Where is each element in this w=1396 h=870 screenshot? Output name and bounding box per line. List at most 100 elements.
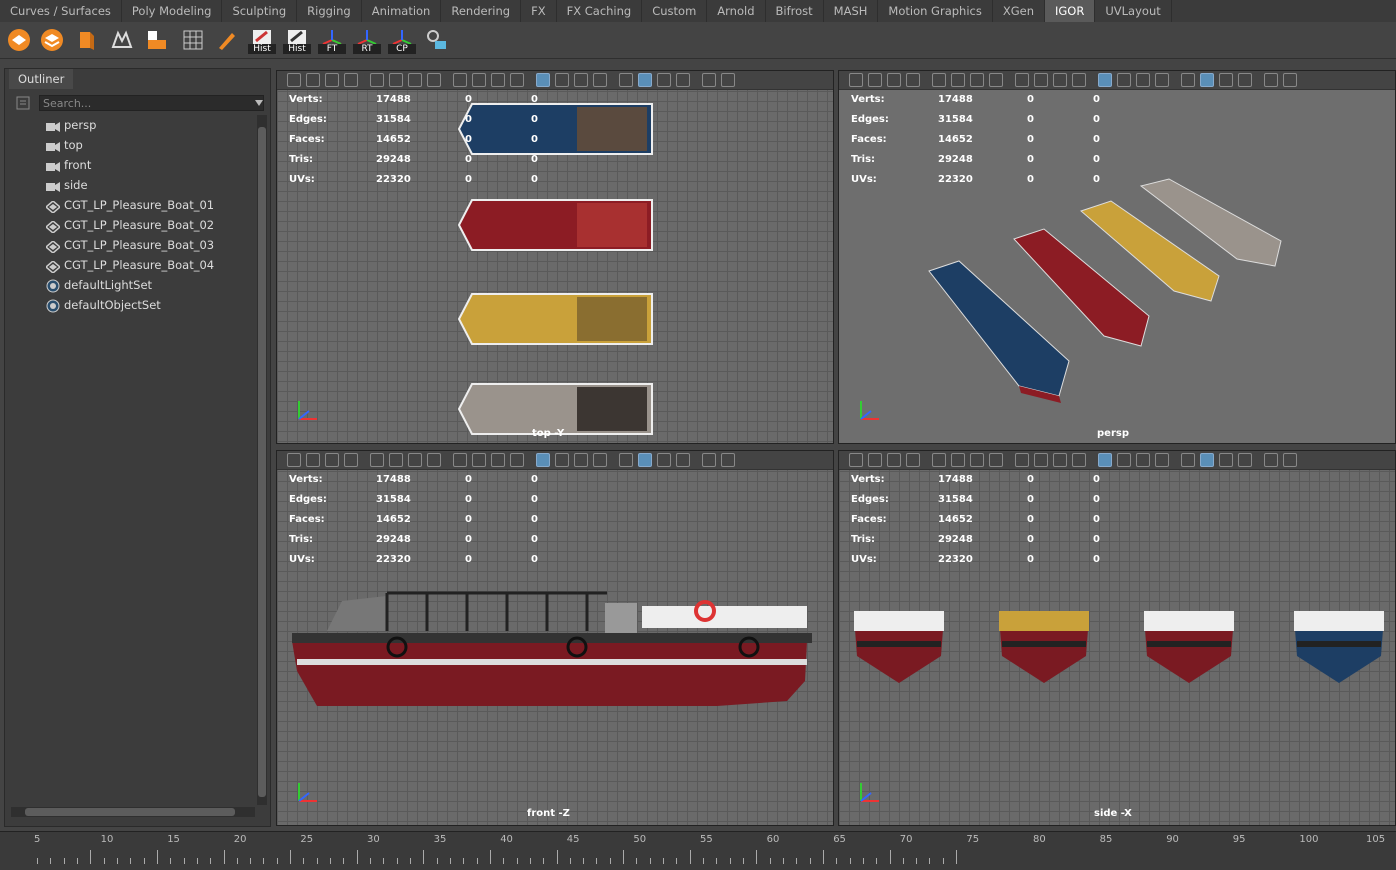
grid-icon[interactable] (370, 73, 384, 87)
shelf-tab[interactable]: XGen (993, 0, 1045, 22)
layer-tool-icon[interactable] (38, 26, 66, 54)
textured-icon[interactable] (574, 453, 588, 467)
shelf-tab[interactable]: Poly Modeling (122, 0, 223, 22)
scroll-thumb[interactable] (25, 808, 235, 816)
wireframe-icon[interactable] (510, 73, 524, 87)
shelf-tab[interactable]: Curves / Surfaces (0, 0, 122, 22)
xray-icon[interactable] (657, 453, 671, 467)
shadows-icon[interactable] (619, 73, 633, 87)
shelf-tab[interactable]: IGOR (1045, 0, 1096, 22)
reset-transform-button[interactable]: RT (353, 26, 381, 54)
tiles-tool-icon[interactable] (143, 26, 171, 54)
outliner-item[interactable]: front (5, 155, 257, 175)
uv-tool-icon[interactable] (423, 26, 451, 54)
textured-icon[interactable] (1136, 73, 1150, 87)
shelf-tab[interactable]: Motion Graphics (878, 0, 993, 22)
pencil-tool-icon[interactable] (213, 26, 241, 54)
viewport-side[interactable]: side -X Verts: 17488 0 0 Edges: 31584 0 0 Faces:… (838, 450, 1396, 826)
xray-joints-icon[interactable] (1238, 73, 1252, 87)
backface-icon[interactable] (1264, 453, 1278, 467)
outliner-item[interactable]: top (5, 135, 257, 155)
grid-icon[interactable] (932, 453, 946, 467)
viewport-persp[interactable]: persp Verts: 17488 0 0 Edges: 31584 0 0 Faces: 14… (838, 70, 1396, 444)
textured-icon[interactable] (1136, 453, 1150, 467)
resolution-gate-icon[interactable] (970, 453, 984, 467)
image-plane-icon[interactable] (344, 73, 358, 87)
chevron-down-icon[interactable] (255, 100, 263, 106)
shelf-tab[interactable]: MASH (824, 0, 879, 22)
bookmark-icon[interactable] (325, 453, 339, 467)
gate-mask-icon[interactable] (989, 453, 1003, 467)
image-plane-icon[interactable] (344, 453, 358, 467)
gate-mask-icon[interactable] (427, 73, 441, 87)
camera-attr-icon[interactable] (868, 73, 882, 87)
smooth-shade-icon[interactable] (1098, 453, 1112, 467)
gate-mask-icon[interactable] (427, 453, 441, 467)
bookmark-icon[interactable] (325, 73, 339, 87)
field-chart-icon[interactable] (1015, 453, 1029, 467)
gate-mask-icon[interactable] (989, 73, 1003, 87)
polygon-tool-icon[interactable] (5, 26, 33, 54)
center-pivot-button[interactable]: CP (388, 26, 416, 54)
field-chart-icon[interactable] (453, 73, 467, 87)
camera-icon[interactable] (287, 453, 301, 467)
image-plane-icon[interactable] (906, 453, 920, 467)
isolate-icon[interactable] (1200, 73, 1214, 87)
default-material-icon[interactable] (555, 73, 569, 87)
isolate-icon[interactable] (1200, 453, 1214, 467)
wireframe-icon[interactable] (1072, 453, 1086, 467)
field-chart-icon[interactable] (1015, 73, 1029, 87)
resolution-gate-icon[interactable] (408, 453, 422, 467)
grid-icon[interactable] (932, 73, 946, 87)
outliner-item[interactable]: CGT_LP_Pleasure_Boat_02 (5, 215, 257, 235)
smooth-shade-icon[interactable] (536, 73, 550, 87)
outliner-tab[interactable]: Outliner (9, 69, 74, 89)
hud-icon[interactable] (1283, 453, 1297, 467)
film-gate-icon[interactable] (951, 73, 965, 87)
history-button-1[interactable]: Hist (248, 26, 276, 54)
outliner-item[interactable]: persp (5, 115, 257, 135)
resolution-gate-icon[interactable] (408, 73, 422, 87)
filter-icon[interactable] (15, 95, 31, 111)
backface-icon[interactable] (702, 453, 716, 467)
outliner-item[interactable]: defaultObjectSet (5, 295, 257, 315)
backface-icon[interactable] (1264, 73, 1278, 87)
default-material-icon[interactable] (1117, 73, 1131, 87)
film-gate-icon[interactable] (389, 453, 403, 467)
default-material-icon[interactable] (555, 453, 569, 467)
camera-attr-icon[interactable] (306, 453, 320, 467)
safe-title-icon[interactable] (491, 453, 505, 467)
xray-icon[interactable] (1219, 73, 1233, 87)
shelf-tab[interactable]: Animation (362, 0, 442, 22)
bookmark-icon[interactable] (887, 453, 901, 467)
xray-joints-icon[interactable] (1238, 453, 1252, 467)
safe-action-icon[interactable] (472, 73, 486, 87)
unfold-tool-icon[interactable] (108, 26, 136, 54)
isolate-icon[interactable] (638, 73, 652, 87)
history-button-2[interactable]: Hist (283, 26, 311, 54)
viewport-top[interactable]: top -Y Verts: 17488 0 0 Edges: 31584 0 0 Faces: 1… (276, 70, 834, 444)
safe-title-icon[interactable] (491, 73, 505, 87)
box-tool-icon[interactable] (72, 26, 100, 54)
shelf-tab[interactable]: UVLayout (1095, 0, 1172, 22)
shelf-tab[interactable]: Rendering (441, 0, 522, 22)
shadows-icon[interactable] (1181, 73, 1195, 87)
outliner-search-input[interactable]: Search... (39, 95, 264, 111)
safe-title-icon[interactable] (1053, 73, 1067, 87)
viewport-front[interactable]: front -Z Verts: 17488 0 0 Edges: 31584 0 0 Faces… (276, 450, 834, 826)
outliner-item[interactable]: defaultLightSet (5, 275, 257, 295)
freeze-transform-button[interactable]: FT (318, 26, 346, 54)
lights-icon[interactable] (1155, 73, 1169, 87)
xray-icon[interactable] (1219, 453, 1233, 467)
bookmark-icon[interactable] (887, 73, 901, 87)
lights-icon[interactable] (593, 73, 607, 87)
shelf-tab[interactable]: FX Caching (557, 0, 643, 22)
smooth-shade-icon[interactable] (1098, 73, 1112, 87)
shadows-icon[interactable] (1181, 453, 1195, 467)
shelf-tab[interactable]: Arnold (707, 0, 766, 22)
field-chart-icon[interactable] (453, 453, 467, 467)
safe-title-icon[interactable] (1053, 453, 1067, 467)
film-gate-icon[interactable] (389, 73, 403, 87)
scroll-thumb[interactable] (258, 127, 266, 797)
xray-icon[interactable] (657, 73, 671, 87)
